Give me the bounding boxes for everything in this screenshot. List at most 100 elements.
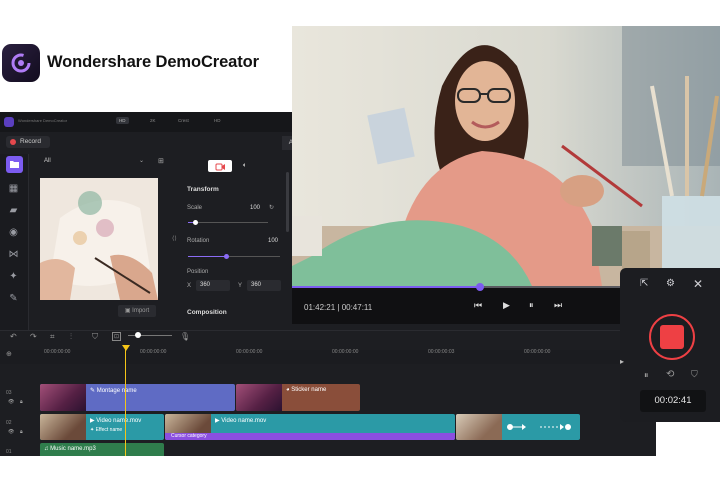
- ruler-tick: 00:00:00:00: [524, 349, 551, 355]
- record-dot-icon: [10, 139, 16, 145]
- chevron-right-icon[interactable]: ▸: [620, 357, 624, 366]
- properties-scrollbar[interactable]: [286, 172, 289, 232]
- annotation-icon[interactable]: ▰: [7, 204, 20, 217]
- marker-icon[interactable]: ⛉: [92, 332, 98, 342]
- media-filter[interactable]: All: [44, 158, 51, 164]
- rotation-slider-fill: [188, 256, 226, 257]
- split-icon[interactable]: ⫶: [70, 332, 72, 342]
- current-time: 01:42:21: [304, 303, 336, 312]
- effect-label: ✦ Effect name: [90, 427, 123, 433]
- timeline-clip-video-1[interactable]: ▶ Video name.mov ✦ Effect name: [40, 414, 164, 440]
- transform-header: Transform: [187, 186, 219, 193]
- next-frame-icon[interactable]: ⏭︎: [554, 300, 562, 311]
- video-clip-1-label: ▶ Video name.mov: [90, 418, 142, 424]
- cursor-label: Cursor category: [171, 433, 207, 439]
- ruler-tick: 00:00:00:03: [428, 349, 455, 355]
- scale-label: Scale: [187, 205, 203, 211]
- restart-icon[interactable]: ⟲: [666, 369, 674, 380]
- pause-icon[interactable]: ⏸︎: [644, 370, 649, 381]
- undo-icon[interactable]: ↶: [10, 332, 17, 341]
- eye-icon[interactable]: 👁︎: [8, 429, 14, 435]
- add-track-icon[interactable]: ⊕: [6, 350, 12, 358]
- video-clip-2-label: ▶ Video name.mov: [215, 418, 267, 424]
- scale-value[interactable]: 100: [250, 205, 260, 211]
- redo-icon[interactable]: ↷: [30, 332, 37, 341]
- track-number: 01: [6, 449, 12, 455]
- import-label: Import: [132, 308, 150, 314]
- y-label: Y: [238, 283, 243, 289]
- title-bar: Wondershare DemoCreator HD 2K Crest HD: [0, 112, 300, 132]
- brand-name: Wondershare DemoCreator: [47, 53, 259, 71]
- zoom-slider-handle[interactable]: [135, 332, 141, 338]
- total-time: 00:47:11: [341, 303, 373, 312]
- tab-resolution-1[interactable]: HD: [116, 117, 129, 124]
- app-logo-icon: [11, 53, 31, 73]
- chevron-down-icon[interactable]: ⌄: [139, 157, 144, 164]
- marker-flag-icon[interactable]: ⛉: [691, 369, 698, 380]
- eye-icon[interactable]: 👁︎: [8, 399, 14, 405]
- music-clip-label: ♫ Music name.mp3: [44, 446, 96, 452]
- external-link-icon[interactable]: ⇱: [640, 278, 648, 289]
- tab-audio-properties[interactable]: 🔈︎: [236, 160, 254, 172]
- text-icon[interactable]: ▦: [7, 182, 20, 195]
- ruler-tick: 00:00:00:00: [44, 349, 71, 355]
- timeline-toolbar: [0, 330, 656, 351]
- media-thumbnail[interactable]: [40, 178, 158, 300]
- reset-icon[interactable]: ↻: [269, 204, 274, 211]
- tab-resolution-2[interactable]: 2K: [150, 118, 156, 123]
- grid-view-icon[interactable]: ⊞: [158, 157, 164, 165]
- timeline-clip-music[interactable]: ♫ Music name.mp3: [40, 443, 164, 456]
- video-clip-1-name: Video name.mov: [96, 418, 142, 424]
- stop-icon[interactable]: ⏸︎: [529, 300, 534, 311]
- crop-icon[interactable]: ⌗: [50, 332, 55, 342]
- pin-icon[interactable]: ✎: [7, 292, 20, 305]
- rotation-slider-handle[interactable]: [224, 254, 229, 259]
- clip-thumbnail: [40, 414, 86, 440]
- video-clip-2-name: Video name.mov: [221, 418, 267, 424]
- video-preview[interactable]: [292, 26, 720, 286]
- position-x-input[interactable]: 360: [196, 280, 230, 291]
- playhead[interactable]: [125, 346, 126, 456]
- fit-icon[interactable]: ⊡: [112, 332, 122, 341]
- record-stop-icon: [660, 325, 684, 349]
- record-button[interactable]: Record: [6, 136, 50, 148]
- time-readout: 01:42:21 | 00:47:11: [304, 303, 372, 312]
- previous-frame-icon[interactable]: ⏮︎: [474, 300, 482, 311]
- track-number: 02: [6, 420, 12, 426]
- tab-resolution-4[interactable]: HD: [214, 118, 221, 123]
- app-logo: [2, 44, 40, 82]
- scale-slider-handle[interactable]: [193, 220, 198, 225]
- panel-collapse-icon[interactable]: ⟨⟩: [172, 235, 177, 242]
- position-y-input[interactable]: 360: [247, 280, 281, 291]
- timeline-clip-video-2[interactable]: ▶ Video name.mov Cursor category: [165, 414, 455, 440]
- media-folder-icon[interactable]: [6, 156, 23, 173]
- effects-icon[interactable]: ✦: [7, 270, 20, 283]
- position-label: Position: [187, 269, 209, 275]
- lock-icon[interactable]: 🔒︎: [20, 429, 23, 435]
- sticker-icon[interactable]: ◉: [7, 226, 20, 239]
- lock-icon[interactable]: 🔒︎: [20, 399, 23, 405]
- microphone-icon[interactable]: 🎙︎: [180, 332, 190, 341]
- scale-slider-track[interactable]: [188, 222, 268, 223]
- clip-thumbnail: [40, 384, 86, 411]
- timeline-ruler[interactable]: [0, 350, 656, 364]
- play-icon[interactable]: ▶: [503, 300, 510, 311]
- rotation-value[interactable]: 100: [268, 238, 278, 244]
- tab-video-properties[interactable]: [208, 160, 232, 172]
- cursor-effect-bar[interactable]: Cursor category: [165, 433, 455, 440]
- clip-thumbnail: [236, 384, 282, 411]
- transition-icon[interactable]: ⋈: [7, 248, 20, 261]
- effect-name: Effect name: [95, 427, 123, 433]
- timeline-clip-sticker[interactable]: ◕ Sticker name: [236, 384, 360, 411]
- playhead-handle[interactable]: [122, 345, 130, 351]
- timeline-clip-montage[interactable]: ✎ Montage name: [40, 384, 235, 411]
- time-separator: |: [337, 303, 340, 312]
- import-button[interactable]: ▣ Import: [118, 305, 156, 317]
- left-toolbar: ▦ ▰ ◉ ⋈ ✦ ✎: [0, 154, 29, 330]
- settings-icon[interactable]: ⚙︎: [666, 278, 675, 289]
- record-start-button[interactable]: [649, 314, 695, 360]
- timeline-clip-transition[interactable]: [456, 414, 580, 440]
- close-icon[interactable]: ✕: [693, 277, 703, 291]
- tab-resolution-3[interactable]: Crest: [178, 118, 189, 123]
- sticker-clip-name: Sticker name: [291, 387, 327, 393]
